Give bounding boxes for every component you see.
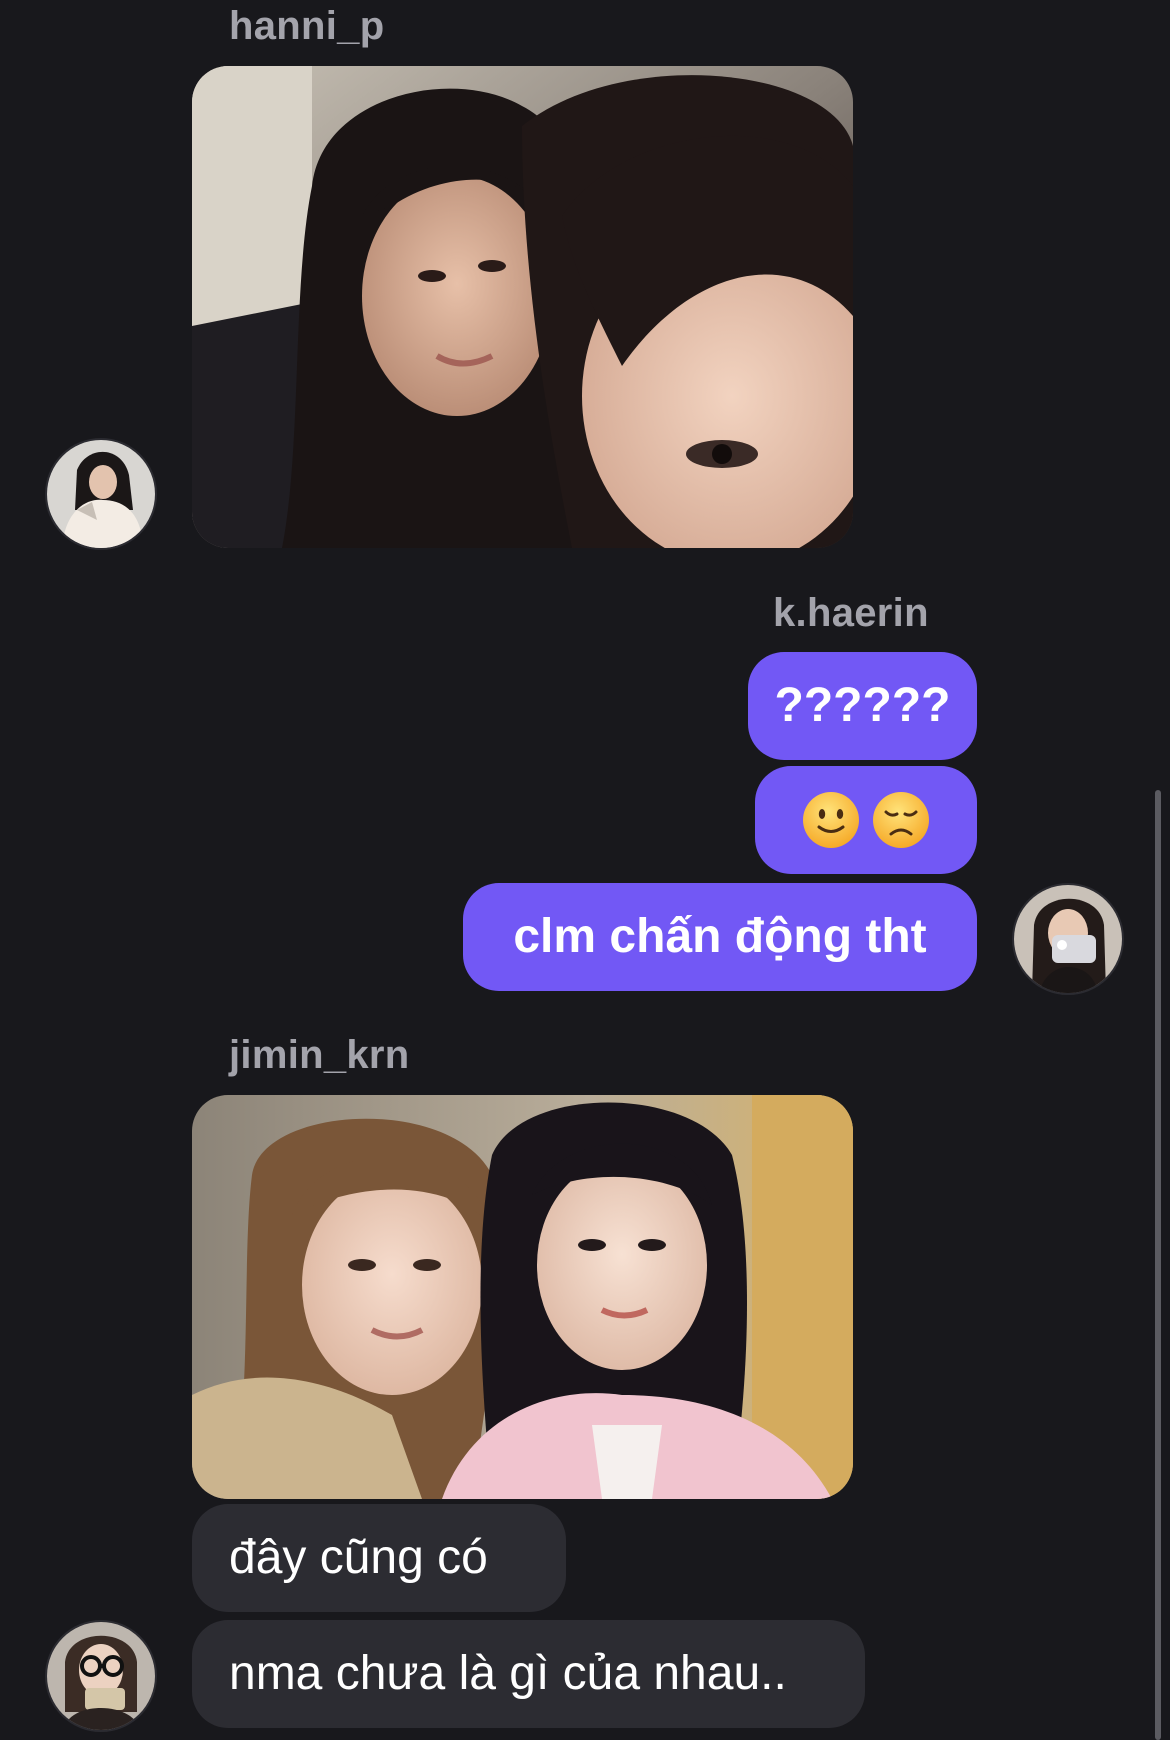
avatar-haerin[interactable] [1012, 883, 1124, 995]
sender-name-jimin: jimin_krn [229, 1033, 410, 1077]
photo-image [192, 66, 853, 548]
incoming-message[interactable]: đây cũng có [192, 1504, 566, 1612]
avatar-hanni[interactable] [45, 438, 157, 550]
outgoing-message[interactable]: ?????? [748, 652, 977, 760]
message-photo-jimin[interactable] [192, 1095, 853, 1499]
avatar-image [47, 1622, 155, 1730]
sender-name-hanni: hanni_p [229, 4, 385, 48]
incoming-message[interactable]: nma chưa là gì của nhau.. [192, 1620, 865, 1728]
sender-name-haerin: k.haerin [773, 591, 929, 635]
photo-image [192, 1095, 853, 1499]
disappointed-face-emoji [873, 792, 929, 848]
avatar-image [47, 440, 155, 548]
slightly-smiling-face-emoji [803, 792, 859, 848]
message-photo-hanni[interactable] [192, 66, 853, 548]
avatar-image [1014, 885, 1122, 993]
outgoing-message[interactable]: clm chấn động tht [463, 883, 977, 991]
outgoing-emoji-message[interactable] [755, 766, 977, 874]
avatar-jimin[interactable] [45, 1620, 157, 1732]
scrollbar[interactable] [1155, 790, 1161, 1740]
